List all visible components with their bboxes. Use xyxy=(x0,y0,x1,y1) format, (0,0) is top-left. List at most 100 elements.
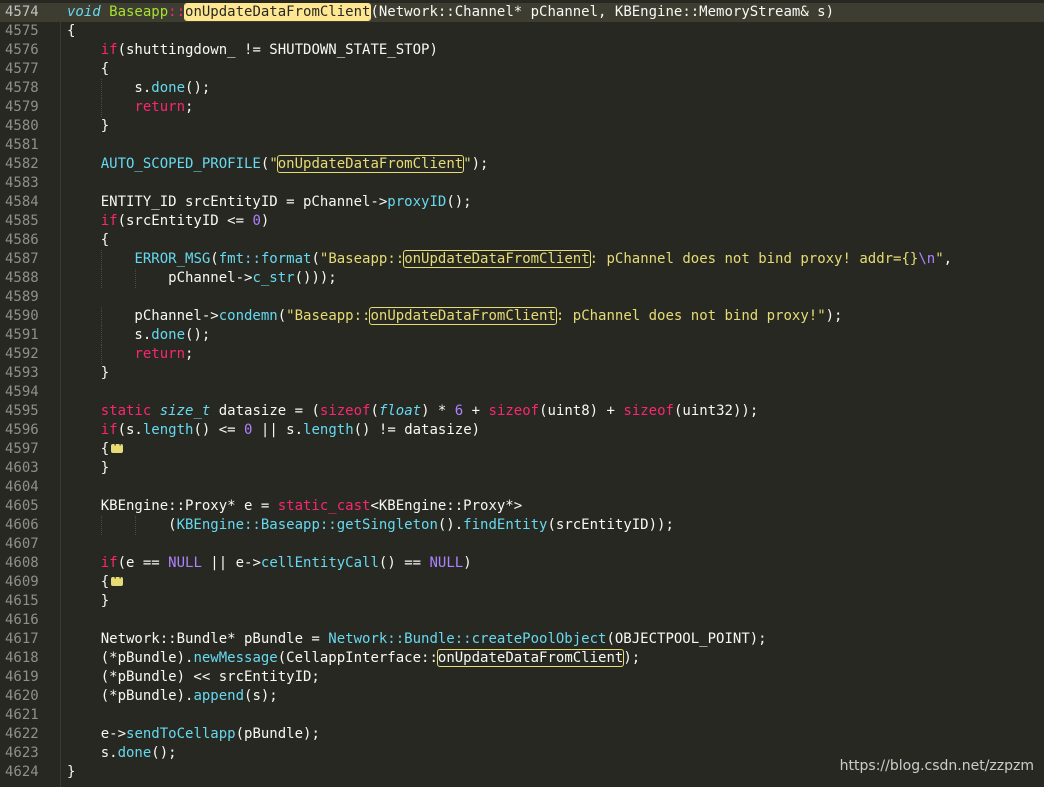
code-line[interactable]: 4587 ERROR_MSG(fmt::format("Baseapp::onU… xyxy=(0,250,1044,269)
code-editor[interactable]: 4574 void Baseapp::onUpdateDataFromClient… xyxy=(0,3,1044,787)
code-token: (CellappInterface:: xyxy=(277,650,438,666)
line-number: 4577 xyxy=(5,61,39,77)
code-line[interactable]: 4622 e->sendToCellapp(pBundle); xyxy=(0,725,1044,744)
code-token: return xyxy=(134,346,186,362)
code-token: pChannel-> xyxy=(67,270,253,286)
folded-region-icon[interactable] xyxy=(111,436,127,455)
code-line[interactable]: 4589 xyxy=(0,288,1044,307)
code-line[interactable]: 4597 { xyxy=(0,436,1044,459)
code-token: done xyxy=(151,327,186,343)
code-text[interactable]: { xyxy=(67,22,75,41)
code-text[interactable]: } xyxy=(67,459,109,478)
code-line[interactable]: 4591 s.done(); xyxy=(0,326,1044,345)
code-text[interactable]: static size_t datasize = (sizeof(float) … xyxy=(67,402,759,421)
code-line[interactable]: 4575 { xyxy=(0,22,1044,41)
code-text[interactable]: e->sendToCellapp(pBundle); xyxy=(67,725,320,744)
code-text[interactable]: { xyxy=(67,231,109,250)
code-text[interactable]: { xyxy=(67,436,128,459)
code-text[interactable]: } xyxy=(67,117,109,136)
code-token: "Baseapp:: xyxy=(319,251,405,267)
indent-guide xyxy=(134,516,136,535)
code-text[interactable]: void Baseapp::onUpdateDataFromClient(Net… xyxy=(67,3,834,22)
code-line[interactable]: 4606 (KBEngine::Baseapp::getSingleton().… xyxy=(0,516,1044,535)
code-line[interactable]: 4581 xyxy=(0,136,1044,155)
code-text[interactable]: s.done(); xyxy=(67,326,210,345)
code-line[interactable]: 4596 if(s.length() <= 0 || s.length() !=… xyxy=(0,421,1044,440)
code-line[interactable]: 4592 return; xyxy=(0,345,1044,364)
code-line[interactable]: 4595 static size_t datasize = (sizeof(fl… xyxy=(0,402,1044,421)
code-text[interactable]: return; xyxy=(67,345,193,364)
code-text[interactable]: pChannel->c_str())); xyxy=(67,269,337,288)
code-token: done xyxy=(151,80,186,96)
search-match: onUpdateDataFromClient xyxy=(436,649,625,667)
code-line[interactable]: 4609 { xyxy=(0,569,1044,592)
code-line[interactable]: 4590 pChannel->condemn("Baseapp::onUpdat… xyxy=(0,307,1044,326)
code-line[interactable]: 4603 } xyxy=(0,459,1044,478)
code-line[interactable]: 4577 { xyxy=(0,60,1044,79)
code-text[interactable]: (KBEngine::Baseapp::getSingleton().findE… xyxy=(67,516,674,535)
code-text[interactable]: AUTO_SCOPED_PROFILE("onUpdateDataFromCli… xyxy=(67,155,488,174)
code-text[interactable]: } xyxy=(67,364,109,383)
code-line[interactable]: 4588 pChannel->c_str())); xyxy=(0,269,1044,288)
code-line[interactable]: 4607 xyxy=(0,535,1044,554)
code-line[interactable]: 4605 KBEngine::Proxy* e = static_cast<KB… xyxy=(0,497,1044,516)
code-text[interactable]: if(s.length() <= 0 || s.length() != data… xyxy=(67,421,480,440)
code-line[interactable]: 4608 if(e == NULL || e->cellEntityCall()… xyxy=(0,554,1044,573)
code-line[interactable]: 4580 } xyxy=(0,117,1044,136)
code-line[interactable]: 4578 s.done(); xyxy=(0,79,1044,98)
code-text[interactable]: s.done(); xyxy=(67,79,210,98)
code-line[interactable]: 4584 ENTITY_ID srcEntityID = pChannel->p… xyxy=(0,193,1044,212)
code-token: { xyxy=(67,61,110,77)
code-line[interactable]: 4617 Network::Bundle* pBundle = Network:… xyxy=(0,630,1044,649)
code-line[interactable]: 4620 (*pBundle).append(s); xyxy=(0,687,1044,706)
code-line[interactable]: 4574 void Baseapp::onUpdateDataFromClient… xyxy=(0,3,1044,22)
folded-region-icon[interactable] xyxy=(111,569,127,588)
code-line[interactable]: 4583 xyxy=(0,174,1044,193)
code-token: } xyxy=(67,593,110,609)
code-text[interactable]: } xyxy=(67,592,109,611)
code-line[interactable]: 4615 } xyxy=(0,592,1044,611)
code-text[interactable]: (*pBundle) << srcEntityID; xyxy=(67,668,320,687)
code-text[interactable]: s.done(); xyxy=(67,744,177,763)
code-text[interactable]: if(e == NULL || e->cellEntityCall() == N… xyxy=(67,554,472,573)
code-text[interactable]: { xyxy=(67,569,128,592)
code-token: : pChannel does not bind proxy! addr={} xyxy=(589,251,919,267)
code-text[interactable]: { xyxy=(67,60,109,79)
line-number: 4618 xyxy=(5,650,39,666)
code-text[interactable]: (*pBundle).append(s); xyxy=(67,687,278,706)
code-line[interactable]: 4616 xyxy=(0,611,1044,630)
code-text[interactable]: return; xyxy=(67,98,193,117)
code-token: { xyxy=(67,23,76,39)
code-text[interactable]: if(srcEntityID <= 0) xyxy=(67,212,270,231)
code-text[interactable]: if(shuttingdown_ != SHUTDOWN_STATE_STOP) xyxy=(67,41,438,60)
code-token: Network::Bundle::createPoolObject xyxy=(328,631,607,647)
code-token: ( xyxy=(210,251,219,267)
code-text[interactable]: } xyxy=(67,763,75,782)
code-line[interactable]: 4618 (*pBundle).newMessage(CellappInterf… xyxy=(0,649,1044,668)
code-line[interactable]: 4621 xyxy=(0,706,1044,725)
code-line[interactable]: 4604 xyxy=(0,478,1044,497)
code-line[interactable]: 4576 if(shuttingdown_ != SHUTDOWN_STATE_… xyxy=(0,41,1044,60)
code-token: { xyxy=(67,441,110,457)
line-number: 4582 xyxy=(5,156,39,172)
code-text[interactable]: ENTITY_ID srcEntityID = pChannel->proxyI… xyxy=(67,193,472,212)
code-token: ENTITY_ID srcEntityID = pChannel-> xyxy=(67,194,388,210)
code-line[interactable]: 4594 xyxy=(0,383,1044,402)
code-text[interactable]: KBEngine::Proxy* e = static_cast<KBEngin… xyxy=(67,497,522,516)
code-token: (); xyxy=(446,194,472,210)
code-text[interactable]: Network::Bundle* pBundle = Network::Bund… xyxy=(67,630,767,649)
code-text[interactable]: ERROR_MSG(fmt::format("Baseapp::onUpdate… xyxy=(67,250,952,269)
code-line[interactable]: 4619 (*pBundle) << srcEntityID; xyxy=(0,668,1044,687)
watermark: https://blog.csdn.net/zzpzm xyxy=(839,758,1034,774)
code-line[interactable]: 4579 return; xyxy=(0,98,1044,117)
code-line[interactable]: 4593 } xyxy=(0,364,1044,383)
code-line[interactable]: 4586 { xyxy=(0,231,1044,250)
code-line[interactable]: 4585 if(srcEntityID <= 0) xyxy=(0,212,1044,231)
code-token: () <= xyxy=(193,422,245,438)
code-token: \n xyxy=(918,251,936,267)
code-line[interactable]: 4582 AUTO_SCOPED_PROFILE("onUpdateDataFr… xyxy=(0,155,1044,174)
code-text[interactable]: (*pBundle).newMessage(CellappInterface::… xyxy=(67,649,640,668)
code-token: sizeof xyxy=(319,403,371,419)
code-text[interactable]: pChannel->condemn("Baseapp::onUpdateData… xyxy=(67,307,842,326)
